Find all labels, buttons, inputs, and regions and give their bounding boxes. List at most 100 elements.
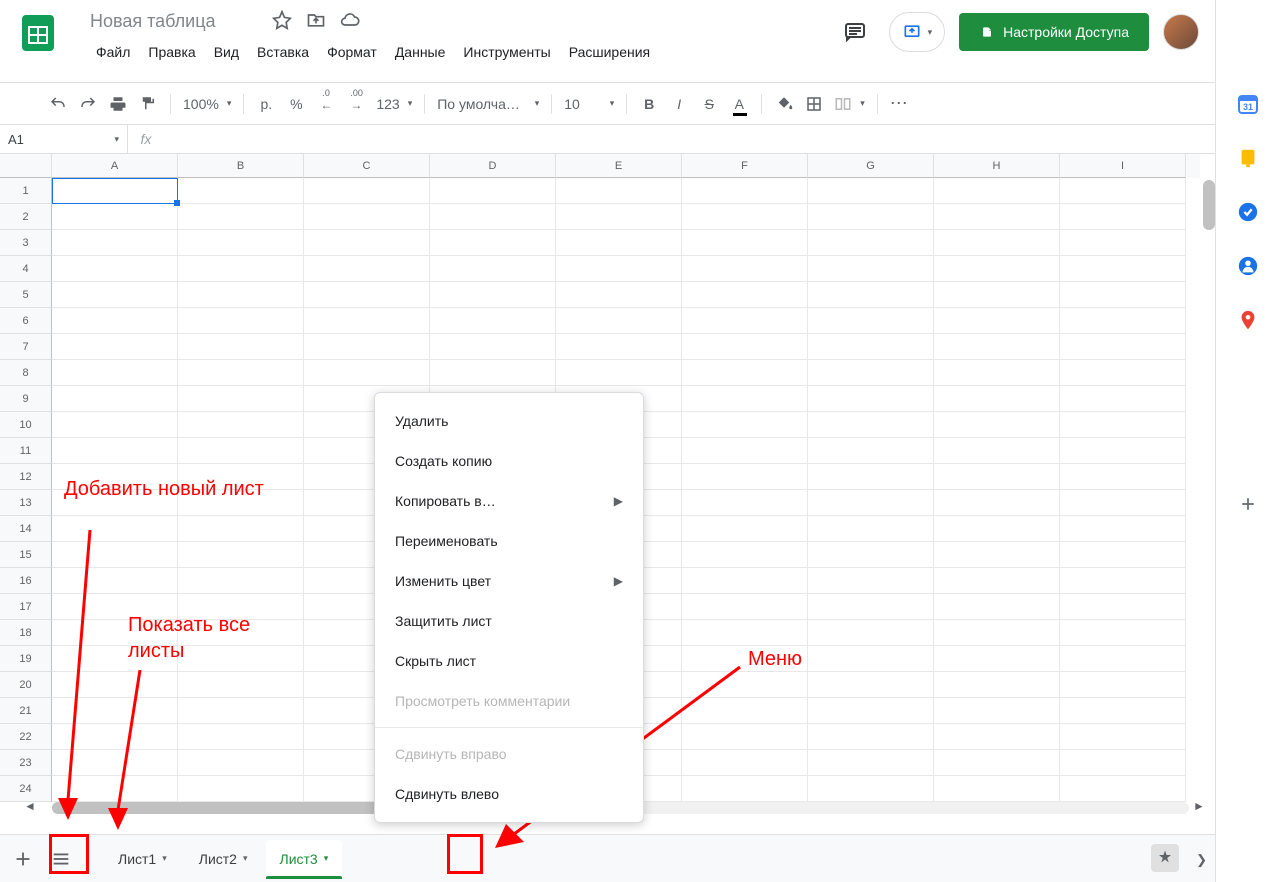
cell[interactable] [52, 438, 178, 464]
cell[interactable] [682, 282, 808, 308]
cell[interactable] [304, 308, 430, 334]
cell[interactable] [682, 490, 808, 516]
tasks-icon[interactable] [1236, 200, 1260, 224]
cell[interactable] [556, 334, 682, 360]
row-header[interactable]: 6 [0, 308, 52, 334]
cell[interactable] [808, 334, 934, 360]
cell[interactable] [682, 620, 808, 646]
cell[interactable] [808, 204, 934, 230]
cell[interactable] [52, 412, 178, 438]
select-all-corner[interactable] [0, 154, 52, 178]
cell[interactable] [304, 230, 430, 256]
font-dropdown[interactable]: По умолча… [433, 90, 543, 118]
calendar-icon[interactable]: 31 [1236, 92, 1260, 116]
cell[interactable] [682, 386, 808, 412]
cell[interactable] [52, 204, 178, 230]
row-header[interactable]: 9 [0, 386, 52, 412]
context-menu-item[interactable]: Создать копию [375, 441, 643, 481]
cell[interactable] [430, 282, 556, 308]
italic-button[interactable]: I [665, 90, 693, 118]
cell[interactable] [304, 256, 430, 282]
row-header[interactable]: 8 [0, 360, 52, 386]
text-color-button[interactable]: A [725, 90, 753, 118]
cell[interactable] [52, 386, 178, 412]
move-icon[interactable] [306, 10, 326, 33]
cell[interactable] [1060, 776, 1186, 802]
present-button[interactable]: ▾ [889, 12, 946, 52]
menu-расширения[interactable]: Расширения [561, 40, 658, 64]
cell[interactable] [808, 542, 934, 568]
sheet-tab[interactable]: Лист1▾ [104, 840, 181, 878]
cell[interactable] [934, 724, 1060, 750]
row-header[interactable]: 2 [0, 204, 52, 230]
scroll-tabs-right-button[interactable]: ❯ [1196, 852, 1207, 868]
cell[interactable] [52, 698, 178, 724]
menu-формат[interactable]: Формат [319, 40, 385, 64]
menu-правка[interactable]: Правка [140, 40, 203, 64]
cell[interactable] [52, 178, 178, 204]
bold-button[interactable]: B [635, 90, 663, 118]
cell[interactable] [1060, 204, 1186, 230]
cell[interactable] [178, 542, 304, 568]
row-header[interactable]: 11 [0, 438, 52, 464]
cell[interactable] [178, 282, 304, 308]
cloud-icon[interactable] [340, 10, 360, 33]
maps-icon[interactable] [1236, 308, 1260, 332]
column-header[interactable]: I [1060, 154, 1186, 178]
cell[interactable] [556, 282, 682, 308]
cell[interactable] [52, 594, 178, 620]
cell[interactable] [934, 516, 1060, 542]
cell[interactable] [52, 490, 178, 516]
cell[interactable] [1060, 230, 1186, 256]
cell[interactable] [934, 282, 1060, 308]
cell[interactable] [934, 490, 1060, 516]
scroll-left-button[interactable]: ◄ [20, 796, 40, 816]
cell[interactable] [682, 464, 808, 490]
cell[interactable] [1060, 594, 1186, 620]
cell[interactable] [1060, 412, 1186, 438]
cell[interactable] [808, 230, 934, 256]
cell[interactable] [1060, 308, 1186, 334]
cell[interactable] [808, 256, 934, 282]
row-header[interactable]: 18 [0, 620, 52, 646]
row-header[interactable]: 16 [0, 568, 52, 594]
cell[interactable] [682, 542, 808, 568]
cell[interactable] [52, 334, 178, 360]
row-header[interactable]: 19 [0, 646, 52, 672]
zoom-dropdown[interactable]: 100% [179, 90, 235, 118]
cell[interactable] [808, 360, 934, 386]
cell[interactable] [178, 204, 304, 230]
context-menu-item[interactable]: Изменить цвет▶ [375, 561, 643, 601]
cell[interactable] [178, 724, 304, 750]
menu-инструменты[interactable]: Инструменты [455, 40, 558, 64]
cell[interactable] [304, 360, 430, 386]
context-menu-item[interactable]: Защитить лист [375, 601, 643, 641]
cell[interactable] [52, 646, 178, 672]
row-header[interactable]: 22 [0, 724, 52, 750]
cell[interactable] [556, 230, 682, 256]
cell[interactable] [1060, 568, 1186, 594]
print-button[interactable] [104, 90, 132, 118]
cell[interactable] [178, 776, 304, 802]
cell[interactable] [52, 776, 178, 802]
cell[interactable] [808, 386, 934, 412]
sheet-tab[interactable]: Лист3▾ [266, 840, 343, 878]
column-header[interactable]: H [934, 154, 1060, 178]
cell[interactable] [178, 672, 304, 698]
cell[interactable] [682, 516, 808, 542]
cell[interactable] [52, 360, 178, 386]
cell[interactable] [682, 204, 808, 230]
cell[interactable] [934, 386, 1060, 412]
cell[interactable] [682, 594, 808, 620]
column-header[interactable]: B [178, 154, 304, 178]
explore-button[interactable] [1151, 844, 1179, 872]
cell[interactable] [52, 724, 178, 750]
cell[interactable] [934, 230, 1060, 256]
cell[interactable] [178, 490, 304, 516]
row-header[interactable]: 17 [0, 594, 52, 620]
cell[interactable] [808, 516, 934, 542]
cell[interactable] [430, 230, 556, 256]
cell[interactable] [1060, 620, 1186, 646]
get-addons-icon[interactable] [1236, 492, 1260, 516]
cell[interactable] [178, 308, 304, 334]
